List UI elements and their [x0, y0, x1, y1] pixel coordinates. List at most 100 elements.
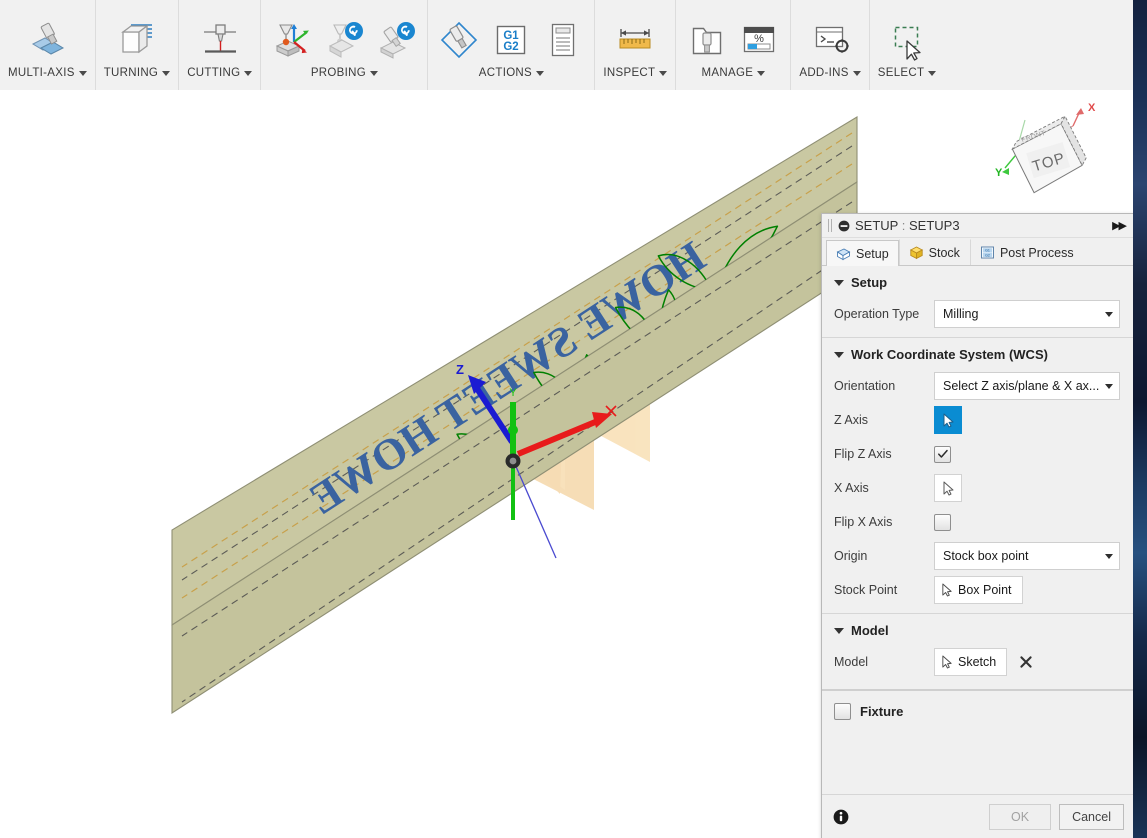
operation-type-select[interactable]: Milling: [934, 300, 1120, 328]
row-stock-point: Stock Point Box Point: [822, 573, 1134, 607]
model-select-button[interactable]: Sketch: [934, 648, 1008, 676]
cancel-button-label: Cancel: [1072, 810, 1111, 824]
collapse-triangle-icon[interactable]: [834, 279, 844, 286]
origin-select[interactable]: Stock box point: [934, 542, 1120, 570]
viewcube-x-label: X: [1088, 102, 1096, 114]
cancel-button[interactable]: Cancel: [1059, 804, 1124, 830]
chevron-down-icon[interactable]: [1105, 553, 1113, 559]
tool-library-icon[interactable]: [684, 14, 730, 66]
chevron-down-icon[interactable]: [162, 70, 171, 76]
cursor-arrow-icon: [941, 655, 953, 669]
view-cube[interactable]: X Y TOP FRONT: [985, 98, 1105, 203]
svg-text:G2: G2: [985, 253, 990, 257]
cursor-arrow-icon: [942, 481, 955, 496]
ribbon-panel-label: MANAGE: [702, 66, 766, 84]
dialog-title-text: SETUP : SETUP3: [855, 218, 1107, 233]
actions-label: ACTIONS: [478, 67, 533, 79]
expand-right-icon[interactable]: ▶▶: [1112, 219, 1128, 232]
z-axis-select-button[interactable]: [934, 406, 962, 434]
simulate-icon[interactable]: [436, 14, 482, 66]
row-x-axis: X Axis: [822, 471, 1134, 505]
checkmark-icon: [937, 449, 948, 458]
ribbon-panel-inspect[interactable]: INSPECT: [594, 0, 675, 90]
chevron-down-icon[interactable]: [1105, 383, 1113, 389]
ribbon-panel-add-ins[interactable]: ADD-INS: [790, 0, 868, 90]
tab-stock-label: Stock: [928, 245, 960, 260]
stock-point-label: Stock Point: [834, 583, 898, 597]
dialog-title-bar[interactable]: SETUP : SETUP3 ▶▶: [822, 214, 1134, 238]
tab-setup[interactable]: Setup: [826, 240, 899, 266]
tab-setup-label: Setup: [856, 246, 889, 261]
ribbon-toolbar: MULTI-AXIS TURNING CUTTING PROBING G1 G2…: [0, 0, 1133, 91]
chevron-down-icon[interactable]: [244, 70, 253, 76]
ribbon-panel-label: ACTIONS: [478, 66, 545, 84]
operation-type-label: Operation Type: [834, 307, 920, 321]
chevron-down-icon[interactable]: [78, 70, 87, 76]
ribbon-panel-multi-axis[interactable]: MULTI-AXIS: [0, 0, 95, 90]
multi-axis-icon[interactable]: [24, 14, 70, 66]
setup-dialog[interactable]: SETUP : SETUP3 ▶▶ Setup Stock G1 G2 Post…: [821, 213, 1135, 838]
probe-geometry-icon[interactable]: [321, 14, 367, 66]
stock-point-value: Box Point: [958, 583, 1012, 597]
multi-axis-label: MULTI-AXIS: [8, 67, 75, 79]
ribbon-panel-probing[interactable]: PROBING: [260, 0, 427, 90]
row-origin: Origin Stock box point: [822, 539, 1134, 573]
probe-wcs-icon[interactable]: [269, 14, 315, 66]
minus-circle-icon[interactable]: [838, 220, 850, 232]
ribbon-panel-actions[interactable]: G1 G2 ACTIONS: [427, 0, 594, 90]
chevron-down-icon[interactable]: [536, 70, 545, 76]
tab-stock[interactable]: Stock: [898, 239, 970, 265]
section-header-setup[interactable]: Setup: [822, 266, 1134, 297]
ribbon-panel-cutting[interactable]: CUTTING: [178, 0, 260, 90]
x-axis-select-button[interactable]: [934, 474, 962, 502]
collapse-triangle-icon[interactable]: [834, 627, 844, 634]
manage-label: MANAGE: [701, 67, 754, 79]
flip-z-axis-checkbox[interactable]: [934, 445, 951, 463]
chevron-down-icon[interactable]: [928, 70, 937, 76]
select-icon[interactable]: [884, 14, 930, 66]
model-value: Sketch: [958, 655, 997, 669]
chevron-down-icon[interactable]: [852, 70, 861, 76]
info-icon[interactable]: [832, 808, 850, 826]
collapse-triangle-icon[interactable]: [834, 351, 844, 358]
section-header-model[interactable]: Model: [822, 614, 1134, 645]
dialog-tabs[interactable]: Setup Stock G1 G2 Post Process: [822, 238, 1134, 266]
dialog-drag-grip[interactable]: [828, 219, 833, 232]
ribbon-panel-select[interactable]: SELECT: [868, 0, 945, 90]
ribbon-panel-label: PROBING: [311, 66, 378, 84]
cutting-icon[interactable]: [197, 14, 243, 66]
ok-button[interactable]: OK: [989, 804, 1052, 830]
chevron-down-icon[interactable]: [369, 70, 378, 76]
flip-z-axis-label: Flip Z Axis: [834, 447, 892, 461]
desktop-wallpaper: [1133, 0, 1147, 838]
measure-icon[interactable]: [612, 14, 658, 66]
post-process-icon: G1 G2: [980, 245, 995, 260]
ribbon-panel-label: CUTTING: [187, 66, 253, 84]
tab-post-process[interactable]: G1 G2 Post Process: [969, 239, 1084, 265]
dialog-setup-name: SETUP3: [908, 218, 960, 233]
ribbon-panel-turning[interactable]: TURNING: [94, 0, 179, 90]
probe-tool-icon[interactable]: [373, 14, 419, 66]
dialog-title-separator: :: [901, 218, 906, 233]
ok-button-label: OK: [1011, 810, 1030, 824]
ribbon-panel-manage[interactable]: % MANAGE: [675, 0, 790, 90]
ribbon-panel-label: ADD-INS: [799, 66, 861, 84]
flip-x-axis-label: Flip X Axis: [834, 515, 893, 529]
setup-sheet-icon[interactable]: [540, 14, 586, 66]
stock-point-select-button[interactable]: Box Point: [934, 576, 1023, 604]
flip-x-axis-checkbox[interactable]: [934, 513, 951, 531]
chevron-down-icon[interactable]: [659, 70, 668, 76]
close-x-icon[interactable]: [1015, 651, 1037, 673]
fixture-checkbox[interactable]: [834, 703, 851, 720]
section-header-wcs[interactable]: Work Coordinate System (WCS): [822, 338, 1134, 369]
scripts-add-ins-icon[interactable]: [807, 14, 853, 66]
cutting-label: CUTTING: [187, 67, 241, 79]
chevron-down-icon[interactable]: [1105, 311, 1113, 317]
chevron-down-icon[interactable]: [757, 70, 766, 76]
turning-icon[interactable]: [114, 14, 160, 66]
g-code-icon[interactable]: G1 G2: [488, 14, 534, 66]
tab-post-process-label: Post Process: [999, 245, 1074, 260]
fusion-cam-window: MULTI-AXIS TURNING CUTTING PROBING G1 G2…: [0, 0, 1147, 838]
machine-utilization-icon[interactable]: %: [736, 14, 782, 66]
orientation-select[interactable]: Select Z axis/plane & X ax...: [934, 372, 1120, 400]
